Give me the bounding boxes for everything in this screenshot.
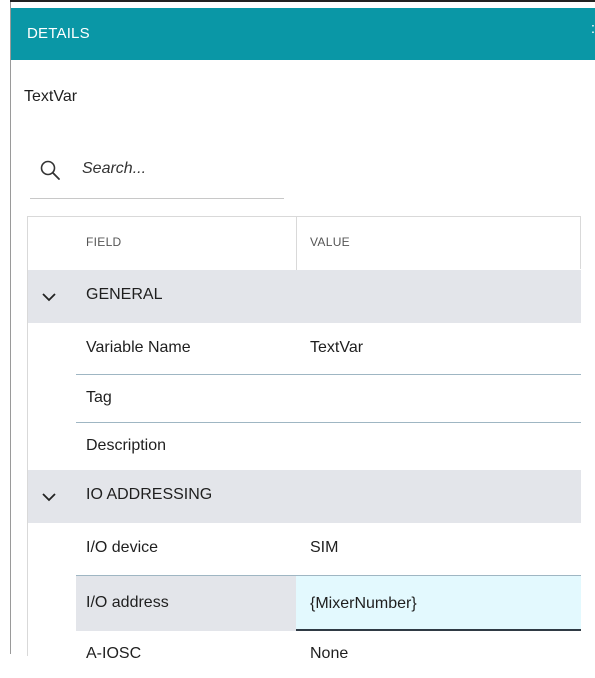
property-value[interactable]: SIM (310, 539, 338, 557)
details-title: DETAILS (27, 25, 90, 42)
property-row-io-address[interactable]: I/O address {MixerNumber} (28, 576, 581, 631)
search-box[interactable] (30, 148, 284, 199)
property-row-a-iosc[interactable]: A-IOSC None (28, 631, 581, 678)
property-row-tag[interactable]: Tag (28, 375, 581, 422)
column-separator[interactable] (296, 217, 297, 270)
property-field: Tag (86, 389, 112, 406)
property-row-description[interactable]: Description (28, 423, 581, 470)
group-label: GENERAL (86, 286, 163, 303)
group-row-io-addressing[interactable]: IO ADDRESSING (28, 470, 581, 523)
property-field: A-IOSC (86, 645, 142, 662)
grid-header: FIELD VALUE (28, 216, 581, 270)
search-input[interactable] (82, 158, 278, 180)
object-name: TextVar (24, 88, 78, 105)
chevron-down-icon[interactable] (42, 292, 56, 302)
group-label: IO ADDRESSING (86, 486, 213, 503)
top-border (10, 0, 595, 2)
properties-grid: FIELD VALUE GENERAL Variable Name TextVa… (27, 216, 581, 662)
search-icon[interactable] (38, 158, 62, 182)
column-header-field[interactable]: FIELD (86, 235, 122, 249)
property-value[interactable]: TextVar (310, 339, 363, 357)
property-row-io-device[interactable]: I/O device SIM (28, 525, 581, 572)
details-header: DETAILS : (11, 8, 595, 60)
group-row-general[interactable]: GENERAL (28, 270, 581, 323)
header-edge-glyph: : (590, 20, 595, 37)
property-field: Description (86, 437, 167, 454)
property-field: I/O device (86, 539, 159, 556)
chevron-down-icon[interactable] (42, 492, 56, 502)
property-field: Variable Name (86, 339, 191, 356)
column-header-value[interactable]: VALUE (310, 235, 350, 249)
panel-left-border (10, 0, 11, 654)
property-value-input[interactable]: {MixerNumber} (310, 595, 417, 613)
property-row-variable-name[interactable]: Variable Name TextVar (28, 325, 581, 372)
property-field: I/O address (86, 594, 169, 611)
property-value[interactable]: None (310, 645, 348, 663)
